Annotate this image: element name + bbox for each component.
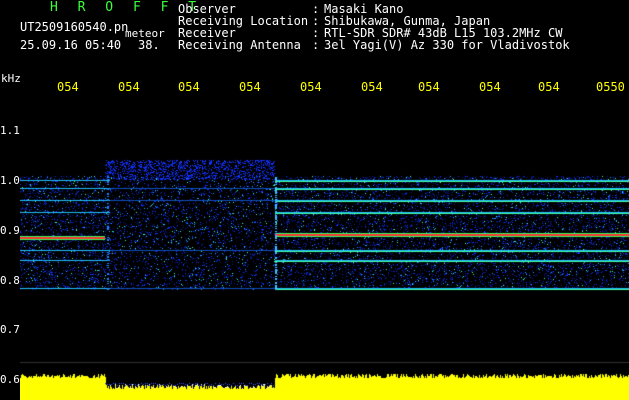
frequency-unit-label: kHz <box>1 72 21 85</box>
time-tick: 054 <box>57 80 79 94</box>
frequency-tick: 0.8 <box>0 274 20 287</box>
meteor-count: 38. <box>138 38 160 52</box>
frequency-tick: 0.7 <box>0 323 20 336</box>
capture-datetime: 25.09.16 05:40 <box>20 38 122 52</box>
time-tick: 054 <box>118 80 140 94</box>
frequency-tick: 0.9 <box>0 224 20 237</box>
time-tick: 054 <box>178 80 200 94</box>
info-colon: : <box>312 38 320 52</box>
time-tick: 054 <box>479 80 501 94</box>
station-info: Observer: Masaki Kano Receiving Location:… <box>178 3 570 51</box>
time-tick: 054 <box>239 80 261 94</box>
time-tick: 054 <box>538 80 560 94</box>
info-row-antenna: Receiving Antenna:3el Yagi(V) Az 330 for… <box>178 39 570 51</box>
spectrogram <box>20 100 629 400</box>
frequency-tick: 1.0 <box>0 174 20 187</box>
time-tick: 054 <box>361 80 383 94</box>
time-tick: 054 <box>300 80 322 94</box>
time-tick: 0550 <box>596 80 625 94</box>
file-name: UT2509160540.pn <box>20 20 129 34</box>
frequency-tick: 0.6 <box>0 373 20 386</box>
info-key: Receiving Antenna <box>178 38 301 52</box>
time-tick: 054 <box>418 80 440 94</box>
frequency-tick: 1.1 <box>0 124 20 137</box>
info-value: 3el Yagi(V) Az 330 for Vladivostok <box>324 38 570 52</box>
